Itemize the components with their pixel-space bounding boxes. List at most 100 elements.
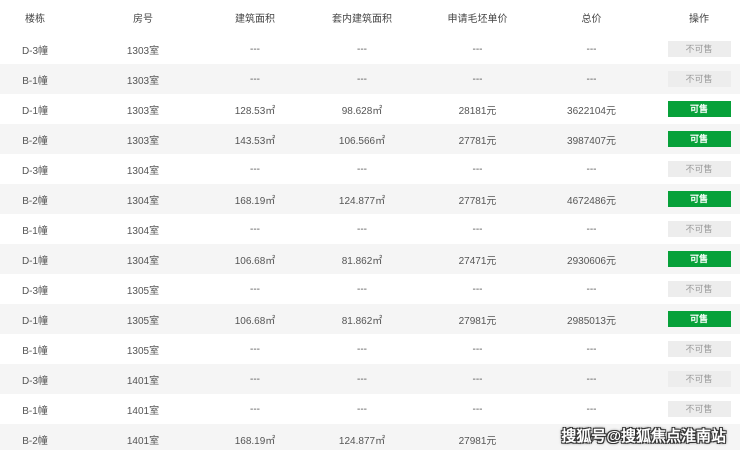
cell-area: --- — [250, 373, 260, 385]
cell-inner-area: 81.862㎡ — [341, 315, 383, 327]
cell-inner-area: --- — [357, 403, 367, 415]
cell-action: 不可售 — [658, 281, 740, 297]
cell-area: --- — [250, 223, 260, 235]
cell-room: 1401室 — [126, 375, 160, 387]
cell-total: --- — [586, 43, 597, 55]
cell-unit-price: 27981元 — [458, 315, 497, 327]
table-row: B-1幢 1303室 --- --- --- --- 不可售 — [0, 64, 740, 94]
cell-room: 1401室 — [126, 435, 160, 447]
cell-room: 1305室 — [126, 345, 160, 357]
cell-total: --- — [586, 403, 597, 415]
cell-unit-price: 27781元 — [458, 135, 497, 147]
cell-total: --- — [586, 283, 597, 295]
cell-room: 1304室 — [126, 195, 160, 207]
table-row: B-1幢 1305室 --- --- --- --- 不可售 — [0, 334, 740, 364]
table-row: D-3幢 1304室 --- --- --- --- 不可售 — [0, 154, 740, 184]
cell-action: 可售 — [658, 101, 740, 117]
cell-unit-price: --- — [472, 73, 483, 85]
cell-room: 1303室 — [126, 105, 160, 117]
cell-total: --- — [586, 163, 597, 175]
header-inner-area: 套内建筑面积 — [332, 13, 392, 25]
header-action: 操作 — [689, 13, 709, 25]
cell-inner-area: --- — [357, 73, 367, 85]
cell-total: --- — [586, 223, 597, 235]
cell-action: 可售 — [658, 191, 740, 207]
cell-inner-area: 81.862㎡ — [341, 255, 383, 267]
cell-inner-area: --- — [357, 43, 367, 55]
cell-building: D-3幢 — [21, 45, 49, 57]
cell-action: 不可售 — [658, 71, 740, 87]
available-button[interactable]: 可售 — [667, 311, 731, 327]
cell-unit-price: 27981元 — [458, 435, 497, 447]
available-button[interactable]: 可售 — [667, 101, 731, 117]
cell-total: --- — [586, 343, 597, 355]
unavailable-badge: 不可售 — [667, 371, 731, 387]
cell-unit-price: 27781元 — [458, 195, 497, 207]
available-button[interactable]: 可售 — [667, 251, 731, 267]
cell-room: 1303室 — [126, 45, 160, 57]
cell-area: --- — [250, 403, 260, 415]
table-row: B-1幢 1304室 --- --- --- --- 不可售 — [0, 214, 740, 244]
cell-area: --- — [250, 343, 260, 355]
cell-room: 1401室 — [126, 405, 160, 417]
available-button[interactable]: 可售 — [667, 131, 731, 147]
unavailable-badge: 不可售 — [667, 281, 731, 297]
unavailable-badge: 不可售 — [667, 341, 731, 357]
cell-building: B-2幢 — [22, 135, 48, 147]
cell-area: --- — [250, 163, 260, 175]
table-row: D-1幢 1305室 106.68㎡ 81.862㎡ 27981元 2985013元 可售 — [0, 304, 740, 334]
cell-room: 1305室 — [126, 285, 160, 297]
cell-inner-area: 124.877㎡ — [338, 435, 386, 447]
cell-total: 3987407元 — [567, 135, 616, 147]
cell-area: 143.53㎡ — [234, 135, 276, 147]
cell-inner-area: --- — [357, 283, 367, 295]
cell-action: 不可售 — [658, 161, 740, 177]
cell-area: --- — [250, 43, 260, 55]
table-row: B-2幢 1303室 143.53㎡ 106.566㎡ 27781元 3987407元 可售 — [0, 124, 740, 154]
cell-inner-area: --- — [357, 223, 367, 235]
unavailable-badge: 不可售 — [667, 71, 731, 87]
cell-unit-price: --- — [472, 283, 483, 295]
unavailable-badge: 不可售 — [667, 401, 731, 417]
cell-total: --- — [586, 373, 597, 385]
cell-area: 168.19㎡ — [234, 195, 276, 207]
cell-building: D-1幢 — [21, 255, 49, 267]
cell-building: D-3幢 — [21, 165, 49, 177]
cell-room: 1303室 — [126, 135, 160, 147]
cell-action: 不可售 — [658, 221, 740, 237]
cell-unit-price: 28181元 — [458, 105, 497, 117]
table-row: D-1幢 1303室 128.53㎡ 98.628㎡ 28181元 3622104元 可售 — [0, 94, 740, 124]
cell-unit-price: --- — [472, 343, 483, 355]
cell-unit-price: --- — [472, 223, 483, 235]
cell-inner-area: --- — [357, 163, 367, 175]
table-row: D-3幢 1401室 --- --- --- --- 不可售 — [0, 364, 740, 394]
table-row: D-3幢 1305室 --- --- --- --- 不可售 — [0, 274, 740, 304]
table-row: D-3幢 1303室 --- --- --- --- 不可售 — [0, 34, 740, 64]
cell-building: B-1幢 — [22, 345, 48, 357]
table-body: D-3幢 1303室 --- --- --- --- 不可售 B-1幢 1303室 --- --- -… — [0, 34, 740, 450]
cell-action: 可售 — [658, 131, 740, 147]
cell-building: D-1幢 — [21, 315, 49, 327]
cell-building: B-1幢 — [22, 225, 48, 237]
cell-unit-price: --- — [472, 403, 483, 415]
header-total: 总价 — [581, 13, 602, 25]
header-area: 建筑面积 — [235, 13, 275, 25]
cell-total: --- — [586, 73, 597, 85]
cell-building: B-2幢 — [22, 195, 48, 207]
cell-building: D-1幢 — [21, 105, 49, 117]
cell-building: D-3幢 — [21, 285, 49, 297]
cell-action: 不可售 — [658, 341, 740, 357]
cell-building: B-1幢 — [22, 75, 48, 87]
available-button[interactable]: 可售 — [667, 191, 731, 207]
cell-total: 2930606元 — [567, 255, 616, 267]
cell-unit-price: --- — [472, 43, 483, 55]
listing-table: 楼栋 房号 建筑面积 套内建筑面积 申请毛坯单价 总价 操作 D-3幢 1303室… — [0, 0, 740, 450]
cell-unit-price: 27471元 — [458, 255, 497, 267]
cell-room: 1303室 — [126, 75, 160, 87]
cell-room: 1304室 — [126, 255, 160, 267]
table-row: D-1幢 1304室 106.68㎡ 81.862㎡ 27471元 2930606元 可售 — [0, 244, 740, 274]
cell-area: --- — [250, 283, 260, 295]
cell-room: 1304室 — [126, 225, 160, 237]
cell-area: 128.53㎡ — [234, 105, 276, 117]
cell-area: 168.19㎡ — [234, 435, 276, 447]
